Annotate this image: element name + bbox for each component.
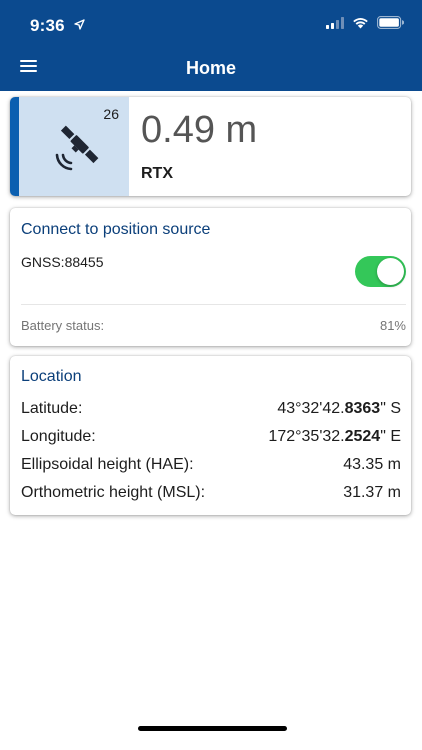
latitude-value: 43°32'42.8363" S <box>277 400 401 417</box>
satellite-panel: 26 <box>19 97 129 196</box>
longitude-value: 172°35'32.2524" E <box>268 428 401 445</box>
battery-status-label: Battery status: <box>21 318 105 333</box>
ellipsoidal-height-row: Ellipsoidal height (HAE): 43.35 m <box>21 456 401 480</box>
top-bar: 9:36 Home <box>0 0 422 91</box>
location-title: Location <box>21 368 82 385</box>
longitude-row: Longitude: 172°35'32.2524" E <box>21 428 401 452</box>
latitude-label: Latitude: <box>21 400 83 417</box>
orthometric-height-value: 31.37 m <box>343 484 401 501</box>
location-card: Location Latitude: 43°32'42.8363" S Long… <box>10 356 411 515</box>
toggle-knob <box>377 258 404 285</box>
page-title: Home <box>185 58 236 78</box>
connection-card: Connect to position source GNSS:88455 Ba… <box>10 208 411 346</box>
ellipsoidal-height-value: 43.35 m <box>343 456 401 473</box>
accuracy-value: 0.49 m <box>141 109 258 151</box>
location-arrow-icon <box>74 15 85 35</box>
orthometric-height-row: Orthometric height (MSL): 31.37 m <box>21 484 401 508</box>
accuracy-status-stripe <box>10 97 19 196</box>
status-indicators <box>326 16 405 34</box>
satellite-icon <box>55 125 99 171</box>
longitude-label: Longitude: <box>21 428 96 445</box>
ellipsoidal-height-label: Ellipsoidal height (HAE): <box>21 456 194 473</box>
connection-title: Connect to position source <box>21 221 211 238</box>
home-indicator[interactable] <box>138 726 287 731</box>
orthometric-height-label: Orthometric height (MSL): <box>21 484 206 501</box>
position-source-name: GNSS:88455 <box>21 254 104 270</box>
battery-status-value: 81% <box>379 318 406 333</box>
signal-icon <box>326 16 344 34</box>
wifi-icon <box>352 16 369 34</box>
latitude-row: Latitude: 43°32'42.8363" S <box>21 400 401 424</box>
correction-mode: RTX <box>141 165 173 182</box>
divider <box>21 304 406 305</box>
accuracy-card[interactable]: 26 0.49 m RTX <box>10 97 411 196</box>
battery-icon <box>377 16 405 34</box>
status-time: 9:36 <box>30 15 85 36</box>
connection-toggle[interactable] <box>355 256 406 287</box>
status-time-text: 9:36 <box>30 16 65 35</box>
